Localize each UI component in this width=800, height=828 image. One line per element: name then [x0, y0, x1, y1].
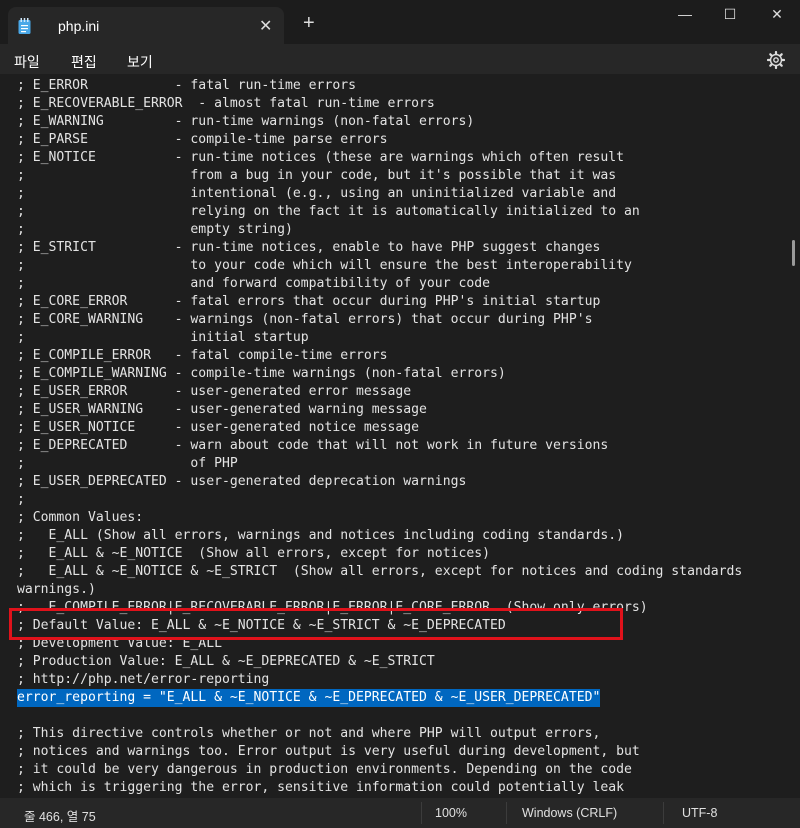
code-line[interactable]: ; E_USER_ERROR - user-generated error me… — [17, 383, 411, 401]
minimize-button[interactable]: — — [670, 6, 700, 26]
code-line[interactable]: ; and forward compatibility of your code — [17, 275, 490, 293]
code-line[interactable]: ; E_ALL (Show all errors, warnings and n… — [17, 527, 624, 545]
cursor-position: 줄 466, 열 75 — [24, 810, 96, 824]
code-line[interactable]: ; E_USER_WARNING - user-generated warnin… — [17, 401, 427, 419]
tab-close-icon[interactable]: ✕ — [259, 16, 272, 36]
code-line[interactable]: ; to your code which will ensure the bes… — [17, 257, 632, 275]
scrollbar-thumb[interactable] — [792, 240, 795, 266]
code-line[interactable]: ; from a bug in your code, but it's poss… — [17, 167, 616, 185]
code-line[interactable]: ; E_STRICT - run-time notices, enable to… — [17, 239, 600, 257]
menu-file[interactable]: 파일 — [14, 52, 40, 72]
code-line[interactable]: ; E_DEPRECATED - warn about code that wi… — [17, 437, 608, 455]
menu-bar: 파일 편집 보기 — [0, 44, 800, 74]
code-line[interactable]: ; E_COMPILE_ERROR - fatal compile-time e… — [17, 347, 388, 365]
settings-gear-icon[interactable] — [767, 51, 785, 69]
close-window-button[interactable]: ✕ — [762, 6, 792, 26]
code-line[interactable]: ; E_ALL & ~E_NOTICE (Show all errors, ex… — [17, 545, 490, 563]
code-line[interactable]: ; E_USER_DEPRECATED - user-generated dep… — [17, 473, 466, 491]
code-line[interactable]: ; initial startup — [17, 329, 309, 347]
encoding: UTF-8 — [682, 806, 718, 820]
line-ending: Windows (CRLF) — [522, 806, 618, 820]
code-line[interactable]: ; relying on the fact it is automaticall… — [17, 203, 640, 221]
vertical-scrollbar[interactable] — [790, 74, 800, 798]
tab-title: php.ini — [58, 18, 100, 34]
code-line[interactable]: ; E_CORE_WARNING - warnings (non-fatal e… — [17, 311, 592, 329]
highlight-annotation-box — [9, 608, 623, 640]
selected-code-line[interactable]: error_reporting = "E_ALL & ~E_NOTICE & ~… — [17, 689, 601, 707]
code-line[interactable]: ; empty string) — [17, 221, 293, 239]
code-line[interactable]: ; Common Values: — [17, 509, 143, 527]
code-line[interactable]: ; E_ERROR - fatal run-time errors — [17, 77, 356, 95]
notepad-icon — [18, 18, 31, 34]
code-line[interactable]: ; E_ALL & ~E_NOTICE & ~E_STRICT (Show al… — [17, 563, 742, 581]
code-line[interactable]: ; http://php.net/error-reporting — [17, 671, 269, 689]
title-bar: php.ini ✕ + — ☐ ✕ — [0, 0, 800, 44]
code-line[interactable]: ; E_COMPILE_WARNING - compile-time warni… — [17, 365, 506, 383]
code-line[interactable]: ; which is triggering the error, sensiti… — [17, 779, 624, 797]
code-line[interactable]: ; Production Value: E_ALL & ~E_DEPRECATE… — [17, 653, 435, 671]
new-tab-button[interactable]: + — [303, 13, 315, 33]
menu-view[interactable]: 보기 — [127, 52, 153, 72]
code-line[interactable]: ; This directive controls whether or not… — [17, 725, 600, 743]
code-line[interactable]: ; E_NOTICE - run-time notices (these are… — [17, 149, 624, 167]
status-bar: 줄 466, 열 75 100% Windows (CRLF) UTF-8 — [0, 798, 800, 828]
code-line[interactable]: ; — [17, 491, 25, 509]
code-line[interactable]: ; E_WARNING - run-time warnings (non-fat… — [17, 113, 474, 131]
zoom-level: 100% — [435, 806, 467, 820]
code-line[interactable]: ; E_CORE_ERROR - fatal errors that occur… — [17, 293, 600, 311]
tab-php-ini[interactable]: php.ini ✕ — [8, 7, 284, 44]
code-line[interactable]: ; E_PARSE - compile-time parse errors — [17, 131, 388, 149]
code-line[interactable]: ; intentional (e.g., using an uninitiali… — [17, 185, 616, 203]
code-line[interactable]: ; of PHP — [17, 455, 238, 473]
status-divider — [421, 802, 422, 824]
text-editor[interactable]: ; E_ERROR - fatal run-time errors; E_REC… — [0, 74, 790, 798]
code-line[interactable]: ; notices and warnings too. Error output… — [17, 743, 640, 761]
code-line[interactable]: ; E_USER_NOTICE - user-generated notice … — [17, 419, 419, 437]
code-line[interactable]: ; it could be very dangerous in producti… — [17, 761, 632, 779]
status-divider — [663, 802, 664, 824]
menu-edit[interactable]: 편집 — [71, 52, 97, 72]
maximize-button[interactable]: ☐ — [715, 6, 745, 26]
code-line[interactable]: warnings.) — [17, 581, 96, 599]
status-divider — [506, 802, 507, 824]
code-line[interactable]: ; E_RECOVERABLE_ERROR - almost fatal run… — [17, 95, 435, 113]
